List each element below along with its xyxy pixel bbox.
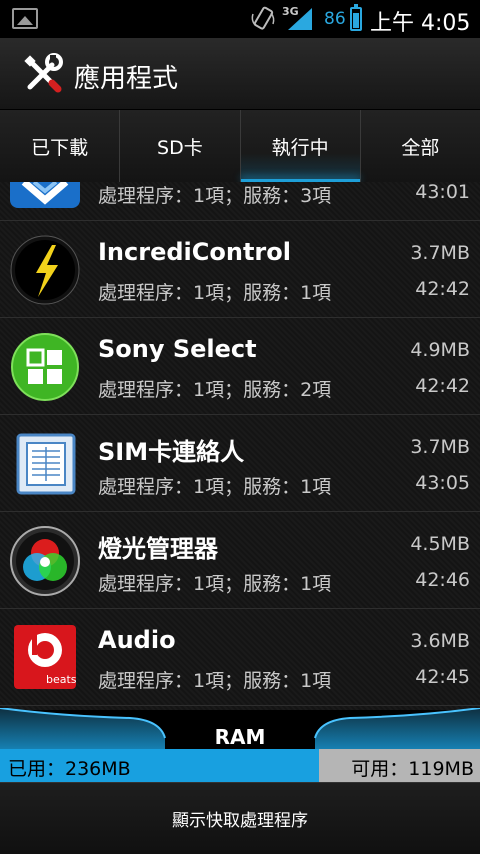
action-bar: 應用程式 [0,38,480,110]
clock: 上午 4:05 [370,11,471,36]
app-elapsed-time: 42:42 [415,375,470,397]
app-size: 3.7MB [410,242,470,264]
list-item[interactable]: SIM卡連絡人 3.7MB 處理程序：1項；服務：1項 43:05 [0,415,480,512]
svg-text:beats: beats [46,673,77,686]
app-elapsed-time: 42:45 [415,666,470,688]
grid-squares-icon [11,333,79,401]
app-name: Audio [98,626,176,654]
app-name: IncrediControl [98,238,291,266]
list-item[interactable]: 燈光管理器 4.5MB 處理程序：1項；服務：1項 42:46 [0,512,480,609]
running-app-list[interactable]: 處理程序：1項；服務：3項 43:01 IncrediControl 3.7MB… [0,182,480,710]
app-detail: 處理程序：1項；服務：1項 [98,476,332,498]
app-detail: 處理程序：1項；服務：3項 [98,185,332,207]
app-name: Sony Select [98,335,257,363]
battery-percent: 86 [324,9,346,29]
battery-fill [353,13,359,28]
ram-usage-bar: 已用：236MB 可用：119MB [0,749,480,782]
ram-free-text: 可用：119MB [351,758,474,780]
show-cached-processes-label: 顯示快取處理程序 [172,811,308,831]
app-name: 燈光管理器 [98,535,218,563]
app-detail: 處理程序：1項；服務：1項 [98,282,332,304]
beats-audio-icon: beats [14,625,77,689]
image-notification-icon [12,8,38,29]
color-wheel-icon [10,526,80,596]
app-elapsed-time: 42:42 [415,278,470,300]
tab-all[interactable]: 全部 [361,110,480,182]
app-detail: 處理程序：1項；服務：1項 [98,670,332,692]
app-size: 3.7MB [410,436,470,458]
app-name: SIM卡連絡人 [98,438,245,466]
app-detail: 處理程序：1項；服務：2項 [98,379,332,401]
sim-card-contacts-icon [16,433,76,495]
tab-running[interactable]: 執行中 [240,110,361,182]
signal-strength-icon [288,8,312,30]
tools-icon[interactable] [22,53,64,95]
ram-label: RAM [214,725,266,749]
tab-sd-card[interactable]: SD卡 [120,110,241,182]
list-item[interactable]: IncrediControl 3.7MB 處理程序：1項；服務：1項 42:42 [0,221,480,318]
tab-downloaded[interactable]: 已下載 [0,110,121,182]
page-title: 應用程式 [74,64,179,94]
list-item[interactable]: Sony Select 4.9MB 處理程序：1項；服務：2項 42:42 [0,318,480,415]
list-item[interactable]: beats Audio 3.6MB 處理程序：1項；服務：1項 42:45 [0,609,480,706]
partial-blue-app-icon [10,182,80,208]
app-size: 4.5MB [410,533,470,555]
app-elapsed-time: 43:01 [415,182,470,203]
app-elapsed-time: 43:05 [415,472,470,494]
lightning-bolt-icon [10,235,80,305]
status-bar: 3G 86 上午 4:05 [0,0,480,38]
tab-bar: 已下載 SD卡 執行中 全部 [0,110,480,182]
show-cached-processes-button[interactable]: 顯示快取處理程序 [0,782,480,854]
list-item[interactable]: 處理程序：1項；服務：3項 43:01 [0,182,480,221]
app-size: 4.9MB [410,339,470,361]
app-elapsed-time: 42:46 [415,569,470,591]
battery-icon [350,4,362,31]
app-detail: 處理程序：1項；服務：1項 [98,573,332,595]
app-size: 3.6MB [410,630,470,652]
rotation-lock-icon [251,6,275,30]
ram-used-text: 已用：236MB [8,758,131,780]
